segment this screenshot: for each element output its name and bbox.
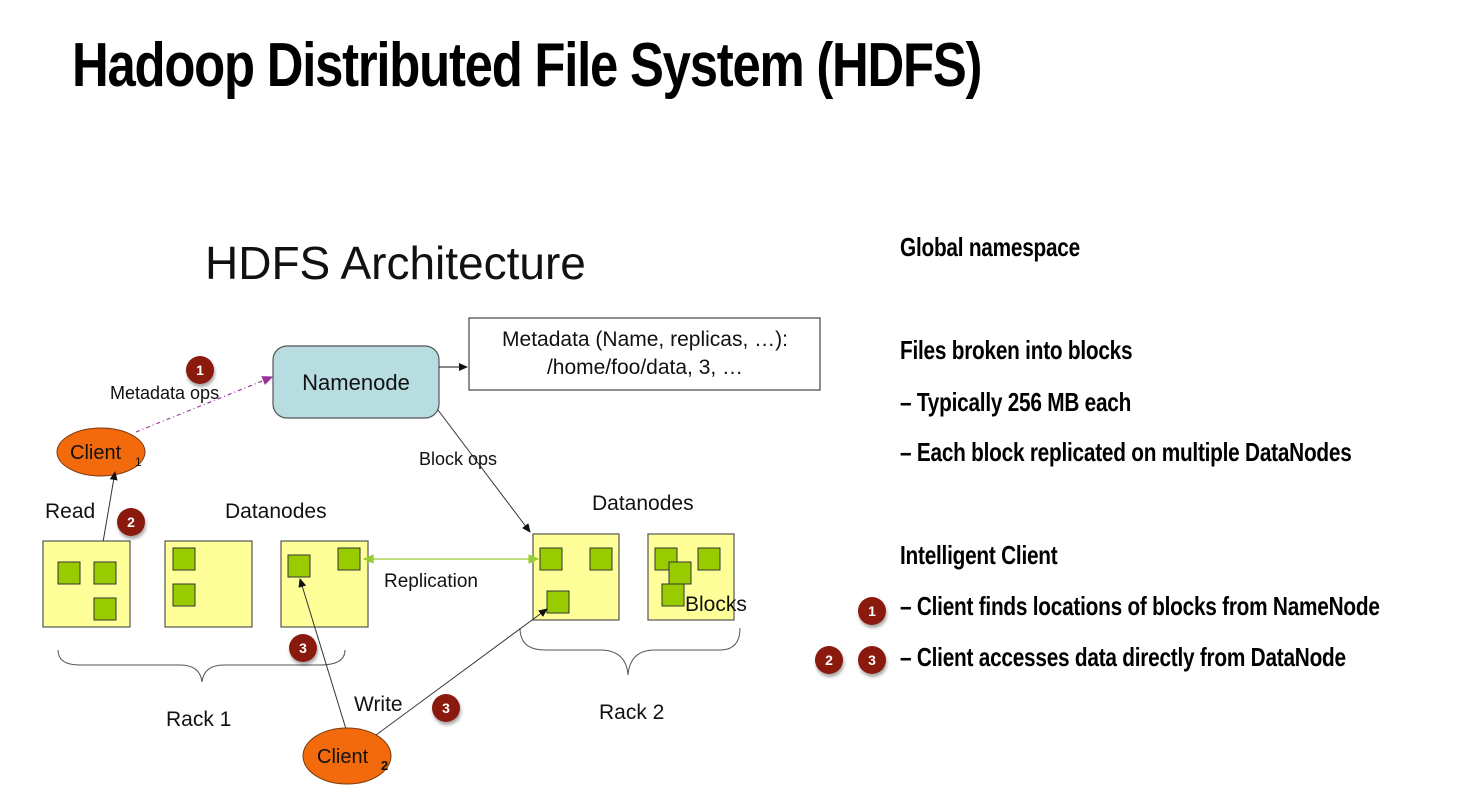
bullet-files-broken: Files broken into blocks — [900, 335, 1133, 365]
step-badge-read: 2 — [117, 508, 145, 536]
read-arrow — [101, 471, 118, 549]
rack2-label: Rack 2 — [599, 701, 664, 724]
block — [93, 561, 117, 585]
bullet-client-finds: – Client finds locations of blocks from … — [900, 591, 1380, 621]
write-label: Write — [354, 693, 403, 716]
rack2-brace — [519, 627, 741, 676]
datanode-rack2-a — [532, 533, 620, 621]
datanode-rack1-c — [280, 540, 369, 628]
block-ops-label: Block ops — [419, 449, 497, 469]
client2-label: Client — [317, 746, 369, 768]
datanodes-rack1-label: Datanodes — [225, 500, 327, 523]
block-ops-arrow — [437, 409, 531, 533]
read-label: Read — [45, 500, 95, 523]
datanode-rack1-b — [164, 540, 253, 628]
block — [539, 547, 563, 571]
block — [57, 561, 81, 585]
block — [546, 590, 570, 614]
step-badge-write-rack1: 3 — [289, 634, 317, 662]
bullet-intelligent-client: Intelligent Client — [900, 540, 1058, 570]
bullet-typically: – Typically 256 MB each — [900, 387, 1132, 417]
block — [172, 583, 196, 607]
block — [172, 547, 196, 571]
step-badge-write-rack2: 3 — [432, 694, 460, 722]
metadata-line1: Metadata (Name, replicas, …): — [502, 328, 788, 351]
block — [661, 583, 685, 607]
block — [287, 554, 311, 578]
block — [697, 547, 721, 571]
step-badge-finds: 1 — [858, 597, 886, 625]
write-arrow-rack2 — [375, 608, 548, 736]
metadata-ops-label: Metadata ops — [110, 383, 219, 403]
blocks-label: Blocks — [685, 593, 747, 616]
datanodes-rack2-label: Datanodes — [592, 492, 694, 515]
block — [93, 597, 117, 621]
bullet-client-accesses: – Client accesses data directly from Dat… — [900, 642, 1346, 672]
metadata-line2: /home/foo/data, 3, … — [547, 356, 743, 379]
rack1-label: Rack 1 — [166, 708, 231, 731]
step-badge-accesses-3: 3 — [858, 646, 886, 674]
client1-subscript: 1 — [135, 455, 142, 469]
client1-label: Client — [70, 442, 122, 464]
bullet-global-namespace: Global namespace — [900, 232, 1080, 262]
replication-label: Replication — [384, 571, 478, 592]
block — [589, 547, 613, 571]
namenode-label: Namenode — [302, 370, 410, 395]
datanode-rack1-a — [42, 540, 131, 628]
hdfs-architecture-diagram: HDFS Architecture Metadata (Name, replic… — [42, 237, 821, 785]
step-badge-metadata: 1 — [186, 356, 214, 384]
bullet-replicated: – Each block replicated on multiple Data… — [900, 437, 1352, 467]
client2-subscript: 2 — [381, 758, 388, 773]
block — [337, 547, 361, 571]
step-badge-accesses-2: 2 — [815, 646, 843, 674]
block — [668, 561, 692, 585]
diagram-heading: HDFS Architecture — [205, 237, 586, 289]
